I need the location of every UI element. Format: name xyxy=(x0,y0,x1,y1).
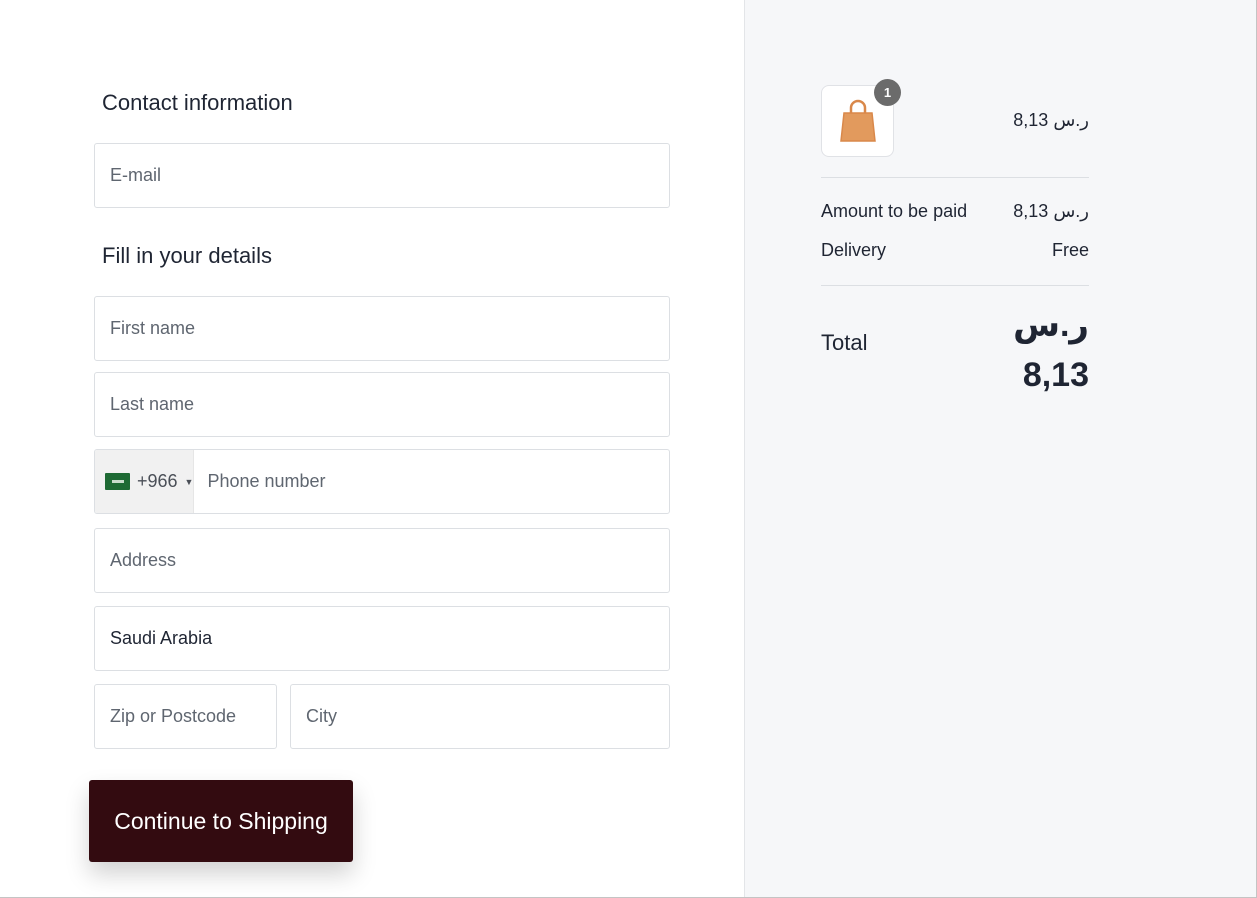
continue-to-shipping-button[interactable]: Continue to Shipping xyxy=(89,780,353,862)
address-field-container xyxy=(94,528,670,593)
total-amount: 8,13 xyxy=(1022,356,1089,394)
first-name-field-container xyxy=(94,296,670,361)
contact-information-heading: Contact information xyxy=(102,90,293,115)
zip-field-container xyxy=(94,684,277,749)
total-label: Total xyxy=(821,330,868,355)
summary-divider xyxy=(821,285,1089,286)
last-name-input[interactable] xyxy=(110,394,669,415)
country-code: +966 xyxy=(137,471,178,491)
shopping-bag-icon xyxy=(839,99,876,142)
total-currency: ر.س xyxy=(1013,306,1089,344)
checkout-form-panel: Contact information Fill in your details… xyxy=(0,0,744,897)
country-input[interactable] xyxy=(110,628,669,649)
first-name-input[interactable] xyxy=(110,318,669,339)
delivery-label: Delivery xyxy=(821,240,887,260)
email-input[interactable] xyxy=(110,165,669,186)
country-field-container xyxy=(94,606,670,671)
address-input[interactable] xyxy=(110,550,669,571)
quantity-badge: 1 xyxy=(874,79,901,106)
country-code-selector[interactable]: +966 ▼ xyxy=(95,450,195,513)
delivery-value: Free xyxy=(1051,240,1089,260)
email-field-container xyxy=(94,143,670,208)
amount-to-be-paid-label: Amount to be paid xyxy=(821,201,968,221)
phone-field-container: +966 ▼ xyxy=(94,449,670,514)
item-price: 8,13 ر.س xyxy=(1013,110,1089,130)
summary-divider xyxy=(821,177,1089,178)
amount-to-be-paid-value: 8,13 ر.س xyxy=(1013,201,1089,221)
city-field-container xyxy=(290,684,670,749)
caret-down-icon: ▼ xyxy=(184,476,194,487)
saudi-arabia-flag-icon xyxy=(105,473,130,490)
fill-details-heading: Fill in your details xyxy=(102,243,272,268)
city-input[interactable] xyxy=(306,706,669,727)
zip-input[interactable] xyxy=(110,706,276,727)
last-name-field-container xyxy=(94,372,670,437)
total-value: ر.س 8,13 xyxy=(969,300,1089,400)
phone-number-input[interactable] xyxy=(194,471,669,492)
